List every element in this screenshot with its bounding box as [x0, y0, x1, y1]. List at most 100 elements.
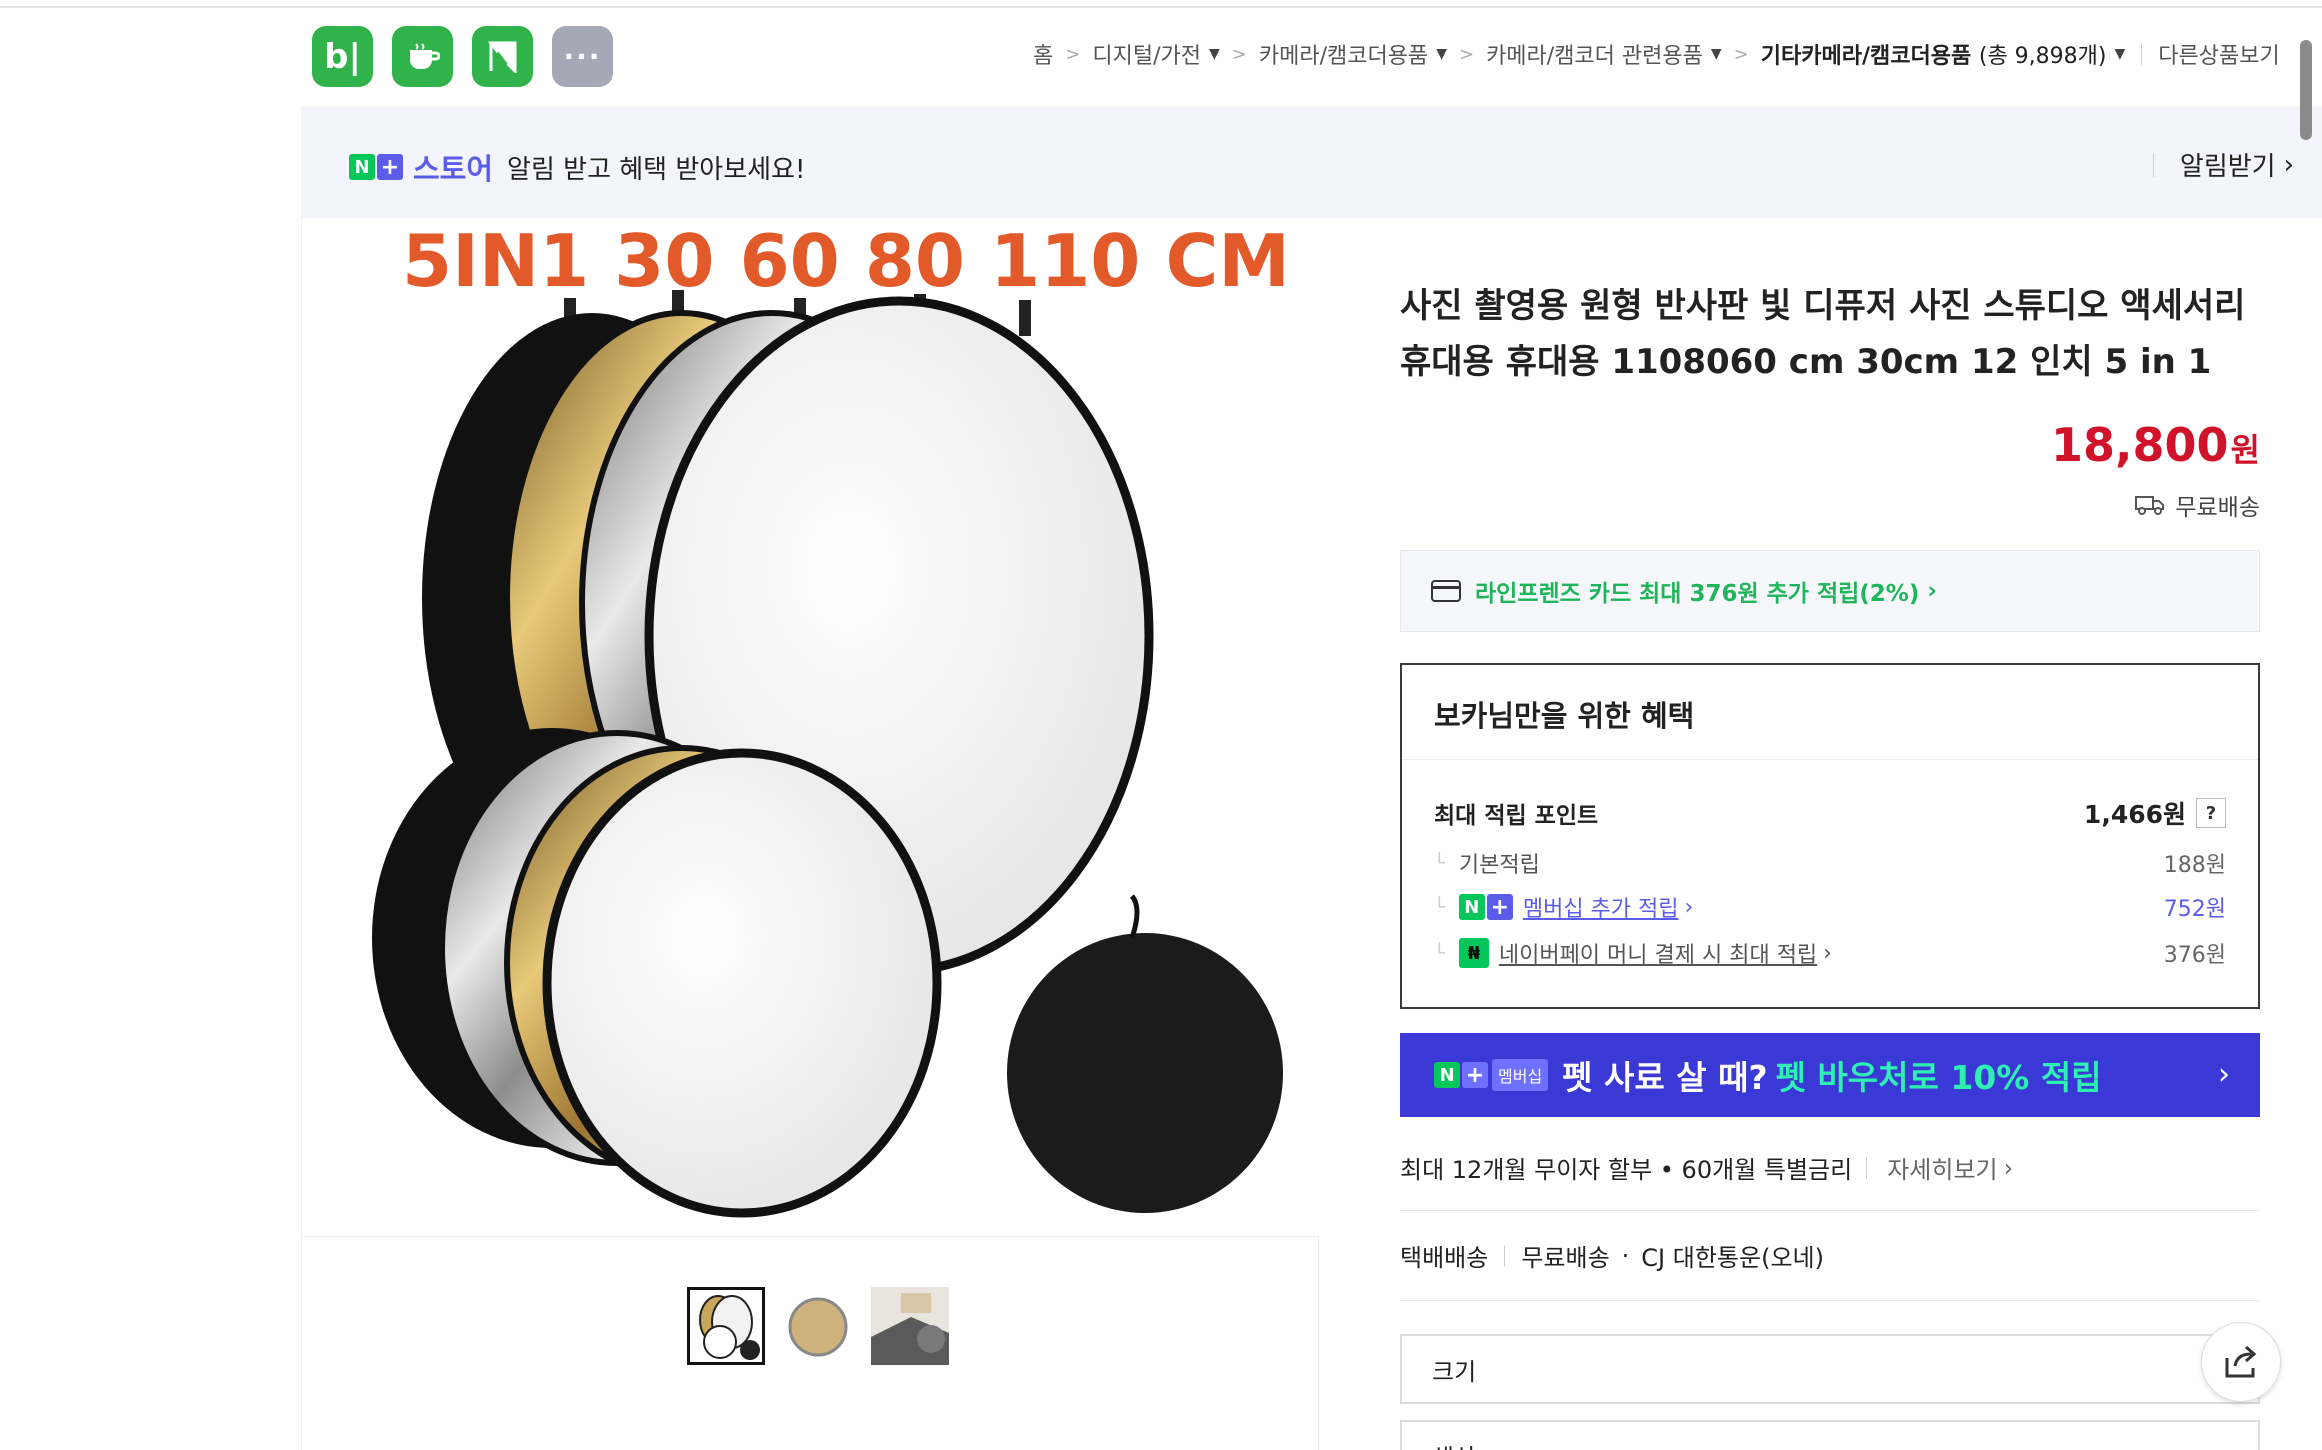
benefit-divider [1402, 759, 2258, 760]
membership-points-link[interactable]: 멤버십 추가 적립 [1523, 891, 1679, 923]
price-value: 18,800 [2051, 418, 2229, 472]
bookmark-icon[interactable] [472, 26, 533, 87]
size-select[interactable]: 크기 ⌄ [1400, 1334, 2260, 1404]
promo-highlight: 펫 바우처로 10% 적립 [1775, 1058, 2102, 1097]
naver-n-badge: N [349, 154, 375, 180]
card-reward-text[interactable]: 라인프렌즈 카드 최대 376원 추가 적립(2%) [1475, 574, 1919, 608]
chevron-right-icon: › [1823, 940, 1832, 966]
delivery-carrier: CJ 대한통운(오네) [1641, 1244, 1824, 1272]
naverpay-points-link[interactable]: 네이버페이 머니 결제 시 최대 적립 [1499, 937, 1817, 969]
plus-badge: + [377, 154, 403, 180]
caret-down-icon: ▼ [2114, 46, 2126, 62]
caret-down-icon: ▼ [1436, 46, 1447, 62]
caret-down-icon: ▼ [1710, 46, 1722, 62]
reflector-illustration: 5IN1 30 60 80 110 CM [372, 219, 1290, 1218]
installment-text: 최대 12개월 무이자 할부 • 60개월 특별금리 [1400, 1156, 1853, 1184]
delivery-info: 택배배송 무료배송 · CJ 대한통운(오네) [1400, 1238, 1824, 1273]
product-price: 18,800 원 [2051, 418, 2260, 472]
image-headline: 5IN1 30 60 80 110 CM [402, 219, 1290, 303]
breadcrumb-separator: > [1231, 43, 1247, 65]
membership-points-value: 752원 [2163, 897, 2226, 922]
promo-question: 펫 사료 살 때? [1562, 1058, 1768, 1097]
breadcrumb-camera-related[interactable]: 카메라/캠코더 관련용품 ▼ [1486, 38, 1722, 70]
installment-divider [1866, 1156, 1868, 1179]
basic-points-label: 기본적립 [1458, 853, 1540, 878]
max-points-label: 최대 적립 포인트 [1434, 803, 1599, 829]
notice-divider [2152, 152, 2154, 177]
thumbnail-3[interactable] [871, 1287, 949, 1365]
credit-card-icon [1431, 580, 1461, 602]
naverpay-points-row: └ ₦ 네이버페이 머니 결제 시 최대 적립 › 376원 [1434, 937, 2226, 969]
other-products-link[interactable]: 다른상품보기 [2158, 38, 2279, 70]
blog-icon[interactable]: b| [312, 26, 373, 87]
breadcrumb-separator: > [1458, 43, 1475, 65]
basic-points-row: └ 기본적립 188원 [1434, 847, 2226, 879]
tree-branch-icon: └ [1434, 896, 1445, 918]
membership-points-row: └ N + 멤버십 추가 적립 › 752원 [1434, 891, 2226, 923]
second-option-select[interactable]: 색상 [1400, 1420, 2260, 1450]
product-title: 사진 촬영용 원형 반사판 빛 디퓨저 사진 스튜디오 액세서리 휴대용 휴대용… [1400, 286, 2246, 382]
notice-text: 알림 받고 혜택 받아보세요! [507, 154, 806, 185]
naver-n-badge: N [1434, 1062, 1460, 1088]
second-option-label: 색상 [1432, 1438, 1476, 1450]
chevron-right-icon: › [1927, 578, 1937, 604]
notification-subscribe[interactable]: 알림받기 › [2152, 146, 2294, 183]
naver-n-badge: N [1458, 894, 1485, 920]
delivery-fee: 무료배송 [1521, 1244, 1610, 1272]
product-info-panel: 사진 촬영용 원형 반사판 빛 디퓨저 사진 스튜디오 액세서리 휴대용 휴대용… [1400, 218, 2260, 1450]
share-button[interactable] [2201, 1322, 2281, 1402]
top-header: b| ··· 홈 > 디지털/가전 ▼ > 카메라/캠코더용품 ▼ > 카메라/캠코… [301, 10, 2322, 106]
free-shipping-text: 무료배송 [2175, 495, 2260, 521]
chevron-right-icon: › [2003, 1153, 2014, 1182]
breadcrumb-camera[interactable]: 카메라/캠코더용품 ▼ [1259, 38, 1447, 70]
share-icon [2225, 1345, 2257, 1378]
product-image-panel: 5IN1 30 60 80 110 CM [301, 218, 1319, 1450]
breadcrumb-current[interactable]: 기타카메라/캠코더용품 (총 9,898개) ▼ [1761, 38, 2126, 70]
thumbnail-image [690, 1290, 762, 1362]
plus-badge: + [1486, 894, 1513, 920]
card-reward-banner[interactable]: 라인프렌즈 카드 최대 376원 추가 적립(2%) › [1400, 550, 2260, 632]
subscribe-button[interactable]: 알림받기 [2180, 146, 2276, 183]
basic-points-value: 188원 [2163, 853, 2226, 878]
thumbnail-image [871, 1287, 949, 1365]
cafe-icon[interactable] [392, 26, 453, 87]
breadcrumb-separator: > [1065, 43, 1081, 65]
breadcrumb-home[interactable]: 홈 [1033, 38, 1053, 70]
page-scrollbar[interactable] [2300, 40, 2312, 140]
section-divider [1400, 1210, 2260, 1211]
store-label: 스토어 [413, 152, 494, 186]
size-select-label: 크기 [1432, 1357, 1477, 1386]
installment-details-link[interactable]: 자세히보기 [1887, 1150, 1997, 1185]
chevron-right-icon: › [2218, 1057, 2230, 1092]
truck-icon [2135, 496, 2165, 515]
thumbnail-list [687, 1287, 949, 1365]
chevron-right-icon: › [1684, 894, 1694, 920]
store-notice-banner: N + 스토어 알림 받고 혜택 받아보세요! 알림받기 › [301, 106, 2322, 218]
more-apps-icon[interactable]: ··· [552, 26, 613, 87]
free-shipping-badge: 무료배송 [2135, 488, 2260, 522]
price-unit: 원 [2230, 431, 2260, 469]
thumbnail-2[interactable] [779, 1287, 857, 1365]
help-icon[interactable]: ? [2196, 798, 2226, 828]
breadcrumb-digital[interactable]: 디지털/가전 ▼ [1092, 38, 1219, 70]
delivery-dot: · [1621, 1241, 1630, 1270]
section-divider [1400, 1300, 2260, 1301]
benefit-box: 보카님만을 위한 혜택 최대 적립 포인트 1,466원? └ 기본적립 188원… [1400, 663, 2260, 1009]
thumbnail-1[interactable] [687, 1287, 765, 1365]
product-main-image[interactable]: 5IN1 30 60 80 110 CM [302, 218, 1319, 1236]
delivery-divider [1504, 1244, 1506, 1267]
cup-icon [409, 42, 440, 69]
max-points-value: 1,466원? [2084, 795, 2226, 831]
thumbnail-image [779, 1287, 857, 1365]
breadcrumb-divider [2141, 43, 2143, 65]
breadcrumb: 홈 > 디지털/가전 ▼ > 카메라/캠코더용품 ▼ > 카메라/캠코더 관련용품 ▼… [1033, 38, 2280, 70]
membership-promo-banner[interactable]: N + 멤버십 펫 사료 살 때? 펫 바우처로 10% 적립 › [1400, 1033, 2260, 1117]
top-divider [0, 6, 2322, 8]
installment-info: 최대 12개월 무이자 할부 • 60개월 특별금리 자세히보기 › [1400, 1150, 2013, 1185]
app-icon-group: b| ··· [312, 26, 613, 87]
delivery-method: 택배배송 [1400, 1244, 1489, 1272]
caret-down-icon: ▼ [1208, 46, 1220, 62]
plus-badge: + [1462, 1062, 1488, 1088]
chevron-right-icon: › [2283, 149, 2294, 180]
membership-badge: 멤버십 [1492, 1059, 1549, 1091]
